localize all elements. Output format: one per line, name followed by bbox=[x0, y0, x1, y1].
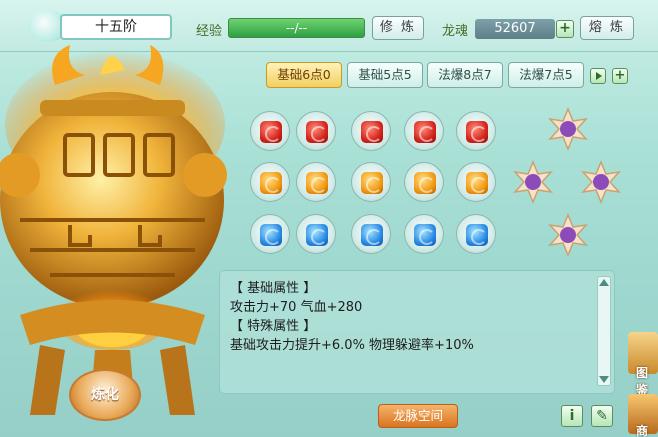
attribute-panel: 【 基础属性 】 攻击力+70 气血+280 【 特殊属性 】 基础攻击力提升+… bbox=[219, 270, 615, 394]
basic-attr-title: 【 基础属性 】 bbox=[230, 281, 317, 296]
gem-slot-orange-4[interactable] bbox=[404, 162, 444, 202]
dragon-vein-panel: 十五阶 经验 --/-- 修 炼 龙魂 52607 + 熔 炼 基础6点0 基础… bbox=[0, 0, 658, 437]
add-tab-button[interactable]: + bbox=[612, 68, 628, 84]
gem-slot-red-2[interactable] bbox=[296, 111, 336, 151]
scroll-up-icon[interactable] bbox=[599, 279, 609, 286]
star-dragon-badge-icon[interactable] bbox=[511, 160, 555, 204]
tab-preset-1[interactable]: 基础6点0 bbox=[266, 62, 342, 88]
star-dragon-badge-icon[interactable] bbox=[546, 213, 590, 257]
dragon-soul-value: 52607 bbox=[475, 19, 555, 39]
gem-slot-red-1[interactable] bbox=[250, 111, 290, 151]
tab-next-arrow-icon[interactable] bbox=[590, 68, 606, 84]
cultivate-button[interactable]: 修 炼 bbox=[372, 16, 424, 40]
gem-slot-blue-2[interactable] bbox=[296, 214, 336, 254]
edit-icon[interactable]: ✎ bbox=[591, 405, 613, 427]
attribute-scrollbar[interactable] bbox=[597, 276, 611, 386]
smelt-button[interactable]: 熔 炼 bbox=[580, 16, 634, 40]
tab-preset-2[interactable]: 基础5点5 bbox=[347, 62, 423, 88]
dragon-vein-space-button[interactable]: 龙脉空间 bbox=[378, 404, 458, 428]
exp-label: 经验 bbox=[196, 24, 223, 39]
exp-bar: --/-- bbox=[228, 18, 365, 38]
star-dragon-badge-icon[interactable] bbox=[546, 107, 590, 151]
gem-slot-blue-1[interactable] bbox=[250, 214, 290, 254]
star-dragon-badge-icon[interactable] bbox=[579, 160, 623, 204]
tab-preset-3[interactable]: 法爆8点7 bbox=[427, 62, 503, 88]
gem-slot-red-3[interactable] bbox=[351, 111, 391, 151]
info-icon[interactable]: i bbox=[561, 405, 583, 427]
gem-slot-orange-1[interactable] bbox=[250, 162, 290, 202]
basic-attr-values: 攻击力+70 气血+280 bbox=[230, 300, 363, 315]
special-attr-values: 基础攻击力提升+6.0% 物理躲避率+10% bbox=[230, 338, 474, 353]
gem-slot-red-5[interactable] bbox=[456, 111, 496, 151]
special-attr-title: 【 特殊属性 】 bbox=[230, 319, 317, 334]
gem-slot-orange-5[interactable] bbox=[456, 162, 496, 202]
rank-display: 十五阶 bbox=[60, 14, 172, 40]
dragon-soul-label: 龙魂 bbox=[442, 24, 469, 39]
side-menu-strip: 图鉴 商 bbox=[626, 330, 658, 437]
scroll-down-icon[interactable] bbox=[599, 376, 609, 383]
gem-slot-orange-3[interactable] bbox=[351, 162, 391, 202]
gem-slot-red-4[interactable] bbox=[404, 111, 444, 151]
tab-preset-4[interactable]: 法爆7点5 bbox=[508, 62, 584, 88]
shop-label: 商 bbox=[636, 424, 649, 437]
gem-slot-blue-3[interactable] bbox=[351, 214, 391, 254]
gem-slot-blue-5[interactable] bbox=[456, 214, 496, 254]
atlas-label: 图鉴 bbox=[636, 366, 649, 397]
add-soul-button[interactable]: + bbox=[556, 20, 574, 38]
gem-slot-orange-2[interactable] bbox=[296, 162, 336, 202]
refine-button[interactable]: 炼化 bbox=[69, 369, 141, 421]
gem-slot-blue-4[interactable] bbox=[404, 214, 444, 254]
